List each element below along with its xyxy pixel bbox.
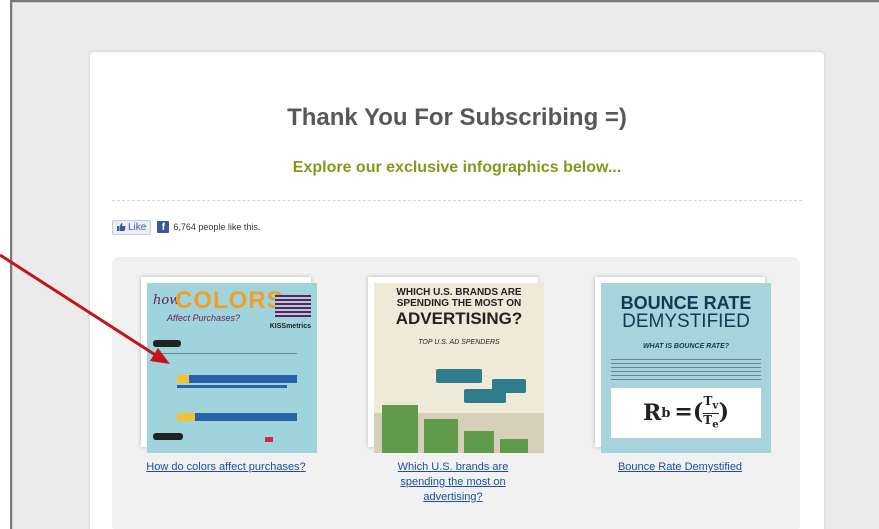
art-bar-yellow-2 (177, 413, 195, 421)
art-brand-text: KISSmetrics (269, 323, 311, 330)
art-colors-text: COLORS (175, 287, 284, 314)
art-formula: Rb =(Tv Te) (611, 388, 761, 438)
infographic-thumbnail-advertising[interactable]: WHICH U.S. BRANDS ARE SPENDING THE MOST … (368, 277, 544, 453)
content-card: Thank You For Subscribing =) Explore our… (90, 52, 824, 529)
art-affect-text: Affect Purchases? (167, 313, 241, 323)
like-label: Like (128, 221, 147, 233)
infographic-thumbnail-colors[interactable]: how COLORS Affect Purchases? KISSmetrics (141, 277, 317, 453)
facebook-like-row: Like f 6,764 people like this. (112, 219, 260, 235)
infographic-item-bounce-rate: BOUNCE RATE DEMYSTIFIED WHAT IS BOUNCE R… (595, 277, 771, 475)
page-title: Thank You For Subscribing =) (287, 104, 627, 131)
art-stripes (275, 295, 311, 317)
page-subtitle: Explore our exclusive infographics below… (292, 159, 622, 176)
infographic-item-advertising: WHICH U.S. BRANDS ARE SPENDING THE MOST … (368, 277, 544, 505)
formula-rest: =(Tv Te) (674, 394, 729, 430)
bounce-rate-infographic-art: BOUNCE RATE DEMYSTIFIED WHAT IS BOUNCE R… (601, 283, 771, 453)
art-flag (265, 437, 273, 442)
art-bar-blue-2 (177, 413, 297, 421)
art-bill-stack-1 (382, 405, 418, 453)
dashed-divider (112, 200, 802, 201)
infographic-link-advertising[interactable]: Which U.S. brands are spending the most … (368, 460, 538, 505)
like-count: 6,764 people like this. (173, 222, 261, 232)
art-note-3 (492, 379, 526, 393)
art-line2: DEMYSTIFIED (622, 311, 750, 332)
screenshot-frame: Thank You For Subscribing =) Explore our… (10, 0, 879, 529)
thumbs-up-icon (117, 223, 126, 231)
advertising-infographic-art: WHICH U.S. BRANDS ARE SPENDING THE MOST … (374, 283, 544, 453)
art-line (157, 353, 297, 354)
art-bill-stack-3 (464, 431, 494, 453)
formula-r: R (643, 400, 662, 426)
art-bill-stack-4 (500, 439, 528, 453)
art-note-1 (436, 369, 482, 383)
art-line1: WHICH U.S. BRANDS ARE (396, 287, 522, 298)
infographics-gallery: how COLORS Affect Purchases? KISSmetrics (112, 257, 800, 529)
art-bar-blue (177, 375, 297, 383)
facebook-icon: f (157, 221, 170, 233)
art-label (153, 340, 181, 347)
art-bar-yellow (177, 375, 189, 383)
art-sub: TOP U.S. AD SPENDERS (418, 339, 500, 346)
infographic-link-bounce-rate[interactable]: Bounce Rate Demystified (595, 460, 765, 475)
infographic-thumbnail-bounce-rate[interactable]: BOUNCE RATE DEMYSTIFIED WHAT IS BOUNCE R… (595, 277, 771, 453)
facebook-like-button[interactable]: Like (112, 219, 152, 235)
art-sub: WHAT IS BOUNCE RATE? (642, 343, 730, 350)
art-line3: ADVERTISING? (395, 309, 523, 328)
art-line2: SPENDING THE MOST ON (396, 298, 522, 309)
infographic-item-colors: how COLORS Affect Purchases? KISSmetrics (141, 277, 317, 475)
art-label-2 (153, 433, 183, 440)
art-bar-thin (177, 385, 287, 388)
formula-b: b (661, 405, 671, 421)
infographic-link-colors[interactable]: How do colors affect purchases? (141, 460, 311, 475)
art-text-lines (611, 359, 761, 381)
colors-infographic-art: how COLORS Affect Purchases? KISSmetrics (147, 283, 317, 453)
art-bill-stack-2 (424, 419, 458, 453)
